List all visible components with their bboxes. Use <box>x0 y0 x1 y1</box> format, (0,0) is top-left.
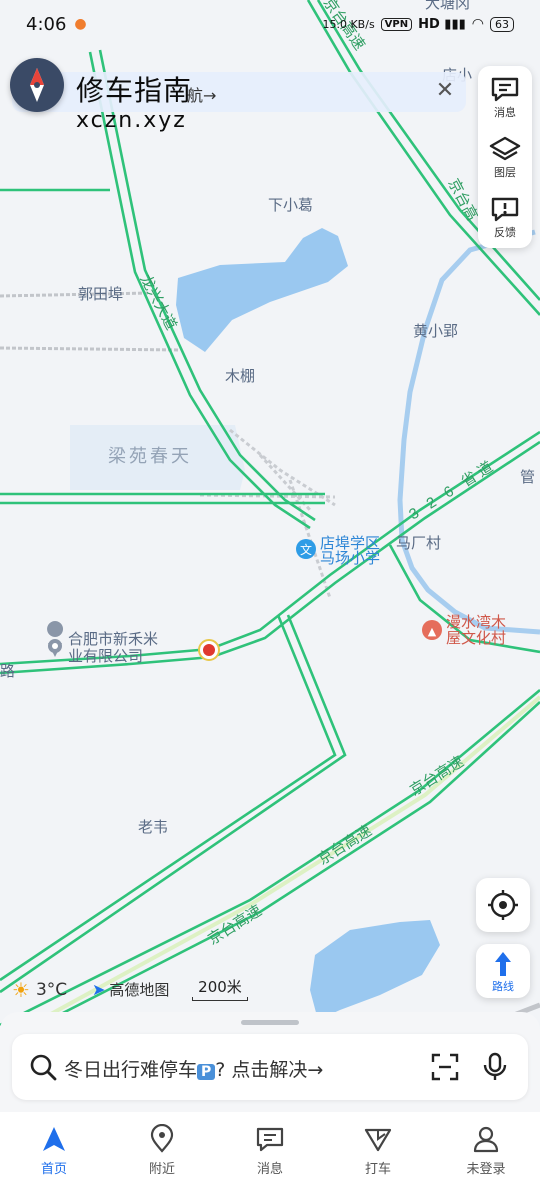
feedback-label: 反馈 <box>494 226 516 239</box>
route-arrow-icon <box>495 952 511 976</box>
watermark: 修车指南 xczn.xyz <box>76 76 192 136</box>
poi-label: 屋文化村 <box>446 630 506 647</box>
poi-label: 合肥市新禾米 <box>68 631 158 648</box>
sheet-handle[interactable] <box>241 1020 299 1025</box>
battery-icon: 63 <box>490 16 514 32</box>
wifi-icon: ◠ <box>471 16 484 32</box>
search-text-main: 冬日出行难停车 <box>64 1059 198 1081</box>
tab-profile[interactable]: 未登录 <box>432 1112 540 1200</box>
area-label: 梁苑春天 <box>108 446 192 466</box>
locate-icon <box>488 890 518 920</box>
tab-label: 附近 <box>148 1162 175 1177</box>
tab-label: 首页 <box>40 1162 67 1177</box>
scale-label: 200米 <box>198 978 242 996</box>
map-label: 管 <box>520 469 535 486</box>
parking-icon: P <box>197 1064 216 1080</box>
location-pin-icon <box>150 1124 174 1153</box>
map-label: 郭田埠 <box>78 285 123 303</box>
tab-nearby[interactable]: 附近 <box>108 1112 216 1200</box>
app-notification-icon: ● <box>74 16 87 32</box>
search-icon <box>30 1054 57 1081</box>
sun-icon: ☀ <box>12 978 30 1002</box>
user-icon <box>473 1126 499 1153</box>
feedback-button[interactable]: 反馈 <box>478 188 532 248</box>
weather-widget[interactable]: ☀ 3°C <box>12 978 67 1002</box>
compass-button[interactable] <box>10 58 64 112</box>
tab-taxi[interactable]: 打车 <box>324 1112 432 1200</box>
taxi-icon <box>364 1128 392 1152</box>
map-label: 路 <box>0 663 15 680</box>
tab-label: 打车 <box>364 1162 391 1177</box>
net-speed: 15.0 KB/s <box>322 17 375 31</box>
compass-icon <box>30 68 44 102</box>
layers-icon <box>489 136 521 161</box>
map-label: 黄小郢 <box>413 323 458 340</box>
svg-text:文: 文 <box>300 542 312 557</box>
search-placeholder: 冬日出行难停车 P? 点击解决→ <box>64 1055 323 1082</box>
microphone-icon[interactable] <box>480 1051 510 1083</box>
map-label: 老韦 <box>138 819 168 836</box>
messages-button[interactable]: 消息 <box>478 68 532 128</box>
svg-text:▲: ▲ <box>428 625 437 638</box>
weather-temp: 3°C <box>35 980 68 1000</box>
poi-label: 业有限公司 <box>68 648 143 665</box>
tab-home[interactable]: 首页 <box>0 1112 108 1200</box>
brand-name: 高德地图 <box>109 981 170 999</box>
map-label: 木棚 <box>225 368 255 385</box>
map-brand: ➤ 高德地图 <box>92 979 169 1000</box>
message-icon <box>256 1127 284 1152</box>
search-bar[interactable]: 冬日出行难停车 P? 点击解决→ <box>12 1034 528 1100</box>
scale-line <box>192 997 248 1001</box>
route-label: 路线 <box>492 980 514 993</box>
bottom-tab-bar: 首页 附近 消息 打车 未登录 <box>0 1112 540 1200</box>
tab-label: 未登录 <box>466 1162 506 1177</box>
watermark-title: 修车指南 <box>76 74 193 107</box>
layers-button[interactable]: 图层 <box>478 128 532 188</box>
message-icon <box>491 77 519 102</box>
vpn-badge: VPN <box>380 17 413 31</box>
status-time: 4:06 <box>26 13 67 35</box>
tab-label: 消息 <box>256 1162 283 1177</box>
amap-logo-icon: ➤ <box>92 980 106 999</box>
feedback-icon <box>491 197 519 222</box>
scan-icon[interactable] <box>430 1052 460 1082</box>
map-label: 下小葛 <box>268 197 313 214</box>
poi-label: 漫水湾木 <box>446 614 506 631</box>
navigation-arrow-icon <box>43 1127 65 1151</box>
status-bar: 4:06 ● 15.0 KB/s VPN HD ▮▮▮ ◠ 63 <box>0 0 540 48</box>
scale-bar: 200米 <box>192 976 248 1001</box>
hd-label: HD <box>418 16 440 32</box>
poi-gas-station[interactable] <box>198 639 220 661</box>
map-tools-panel: 消息 图层 反馈 <box>478 66 532 248</box>
poi-label: 马场小学 <box>320 550 380 567</box>
locate-button[interactable] <box>476 878 530 932</box>
route-button[interactable]: 路线 <box>476 944 530 998</box>
layers-label: 图层 <box>494 166 516 179</box>
tab-messages[interactable]: 消息 <box>216 1112 324 1200</box>
close-icon[interactable]: ✕ <box>432 78 458 104</box>
map-label: 马厂村 <box>396 535 441 552</box>
watermark-url: xczn.xyz <box>76 108 187 133</box>
search-text-suffix: ? 点击解决→ <box>215 1059 324 1081</box>
signal-icon: HD ▮▮▮ <box>418 16 466 32</box>
messages-label: 消息 <box>494 106 516 119</box>
